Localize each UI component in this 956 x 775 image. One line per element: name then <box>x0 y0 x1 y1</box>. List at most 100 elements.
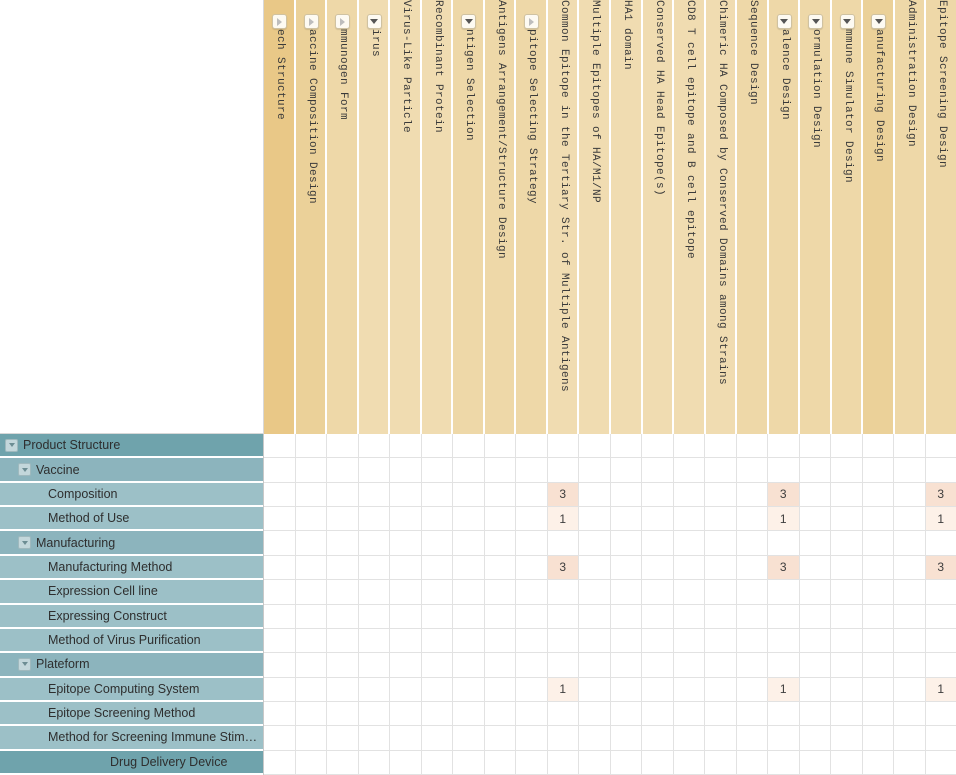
matrix-cell-empty[interactable] <box>736 701 768 727</box>
matrix-cell-empty[interactable] <box>610 628 642 654</box>
matrix-cell-empty[interactable] <box>516 580 548 605</box>
column-header[interactable]: Common Epitope in the Tertiary Str. of M… <box>547 0 580 434</box>
matrix-cell-empty[interactable] <box>358 604 390 629</box>
matrix-cell-empty[interactable] <box>547 750 579 775</box>
matrix-cell-empty[interactable] <box>925 750 956 775</box>
column-header[interactable]: Conserved HA Head Epitope(s) <box>642 0 675 434</box>
matrix-cell-empty[interactable] <box>453 677 485 702</box>
matrix-cell-empty[interactable] <box>390 701 422 727</box>
matrix-cell-empty[interactable] <box>358 555 390 581</box>
chevron-right-icon[interactable] <box>303 14 319 29</box>
row-header[interactable]: Method for Screening Immune Stimulator <box>0 726 263 751</box>
matrix-cell-empty[interactable] <box>358 507 390 532</box>
matrix-cell-empty[interactable] <box>516 604 548 629</box>
matrix-cell-empty[interactable] <box>831 701 863 727</box>
matrix-cell-empty[interactable] <box>547 628 579 654</box>
matrix-cell-empty[interactable] <box>390 507 422 532</box>
matrix-cell-empty[interactable] <box>484 434 516 459</box>
column-header[interactable]: CD8 T cell epitope and B cell epitope <box>674 0 706 434</box>
column-header[interactable]: Antigens Arrangement/Structure Design <box>484 0 517 434</box>
matrix-cell-empty[interactable] <box>610 750 642 775</box>
matrix-cell-empty[interactable] <box>831 531 863 556</box>
matrix-cell-empty[interactable] <box>862 677 894 702</box>
matrix-cell-empty[interactable] <box>862 750 894 775</box>
matrix-cell-empty[interactable] <box>453 458 485 483</box>
matrix-cell-empty[interactable] <box>831 434 863 459</box>
matrix-cell-empty[interactable] <box>327 726 359 751</box>
matrix-cell-empty[interactable] <box>673 507 705 532</box>
matrix-cell-empty[interactable] <box>516 750 548 775</box>
matrix-cell-empty[interactable] <box>453 580 485 605</box>
matrix-cell-empty[interactable] <box>768 653 800 678</box>
matrix-cell-empty[interactable] <box>925 580 956 605</box>
row-header[interactable]: Plateform <box>0 653 263 678</box>
matrix-cell-empty[interactable] <box>516 726 548 751</box>
matrix-cell-empty[interactable] <box>799 701 831 727</box>
matrix-cell-empty[interactable] <box>547 653 579 678</box>
matrix-cell-value[interactable]: 3 <box>547 555 579 581</box>
matrix-cell-empty[interactable] <box>579 604 611 629</box>
matrix-cell-empty[interactable] <box>295 604 327 629</box>
matrix-cell-empty[interactable] <box>768 701 800 727</box>
matrix-cell-empty[interactable] <box>831 555 863 581</box>
matrix-cell-empty[interactable] <box>579 677 611 702</box>
matrix-cell-empty[interactable] <box>799 580 831 605</box>
matrix-cell-empty[interactable] <box>579 701 611 727</box>
matrix-cell-empty[interactable] <box>390 653 422 678</box>
matrix-cell-empty[interactable] <box>516 701 548 727</box>
chevron-down-icon[interactable] <box>18 463 31 477</box>
matrix-cell-empty[interactable] <box>894 604 926 629</box>
chevron-down-icon[interactable] <box>871 14 887 29</box>
matrix-cell-empty[interactable] <box>894 458 926 483</box>
column-header[interactable]: Multiple Epitopes of HA/M1/NP <box>579 0 612 434</box>
column-header[interactable]: Virus <box>358 0 391 434</box>
matrix-cell-empty[interactable] <box>768 750 800 775</box>
matrix-cell-empty[interactable] <box>516 458 548 483</box>
matrix-cell-empty[interactable] <box>894 434 926 459</box>
matrix-cell-empty[interactable] <box>579 580 611 605</box>
chevron-down-icon[interactable] <box>366 14 382 29</box>
matrix-cell-empty[interactable] <box>295 580 327 605</box>
matrix-cell-empty[interactable] <box>862 555 894 581</box>
column-header[interactable]: Virus-Like Particle <box>390 0 422 434</box>
matrix-cell-empty[interactable] <box>705 580 737 605</box>
matrix-cell-empty[interactable] <box>421 677 453 702</box>
row-header[interactable]: Method of Use <box>0 507 263 532</box>
matrix-cell-empty[interactable] <box>642 482 674 508</box>
matrix-cell-empty[interactable] <box>516 653 548 678</box>
matrix-cell-empty[interactable] <box>358 531 390 556</box>
matrix-cell-empty[interactable] <box>484 653 516 678</box>
matrix-cell-empty[interactable] <box>925 458 956 483</box>
matrix-cell-empty[interactable] <box>327 531 359 556</box>
matrix-cell-empty[interactable] <box>484 580 516 605</box>
matrix-cell-empty[interactable] <box>894 701 926 727</box>
matrix-cell-empty[interactable] <box>705 434 737 459</box>
matrix-cell-empty[interactable] <box>516 507 548 532</box>
matrix-cell-empty[interactable] <box>894 726 926 751</box>
matrix-cell-empty[interactable] <box>925 604 956 629</box>
chevron-down-icon[interactable] <box>18 536 31 550</box>
matrix-cell-empty[interactable] <box>642 604 674 629</box>
matrix-cell-empty[interactable] <box>736 458 768 483</box>
matrix-cell-empty[interactable] <box>894 482 926 508</box>
matrix-cell-empty[interactable] <box>768 604 800 629</box>
matrix-cell-empty[interactable] <box>799 677 831 702</box>
matrix-cell-empty[interactable] <box>390 458 422 483</box>
chevron-down-icon[interactable] <box>5 438 18 452</box>
matrix-cell-empty[interactable] <box>421 701 453 727</box>
matrix-cell-empty[interactable] <box>894 677 926 702</box>
row-header[interactable]: Manufacturing <box>0 531 263 556</box>
matrix-cell-empty[interactable] <box>547 604 579 629</box>
matrix-cell-empty[interactable] <box>421 434 453 459</box>
matrix-cell-empty[interactable] <box>610 555 642 581</box>
matrix-cell-empty[interactable] <box>264 482 296 508</box>
matrix-cell-empty[interactable] <box>579 653 611 678</box>
matrix-cell-value[interactable]: 3 <box>768 555 800 581</box>
matrix-cell-value[interactable]: 3 <box>925 555 956 581</box>
matrix-cell-value[interactable]: 1 <box>768 677 800 702</box>
matrix-cell-empty[interactable] <box>327 604 359 629</box>
matrix-cell-value[interactable]: 1 <box>768 507 800 532</box>
matrix-cell-empty[interactable] <box>579 482 611 508</box>
matrix-cell-empty[interactable] <box>327 628 359 654</box>
matrix-cell-empty[interactable] <box>610 653 642 678</box>
